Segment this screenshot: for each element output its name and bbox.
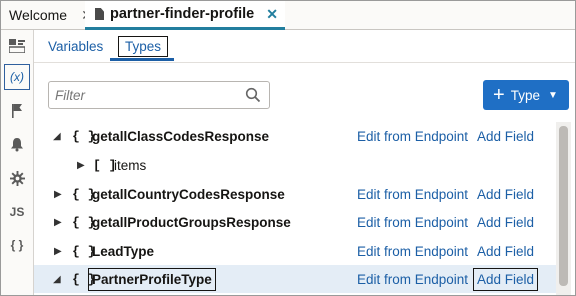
active-tab-indicator — [110, 58, 174, 61]
types-list: ◢ { } getallClassCodesResponse Edit from… — [34, 122, 556, 295]
tab-welcome-label: Welcome — [9, 7, 68, 23]
edit-from-endpoint-link[interactable]: Edit from Endpoint — [357, 187, 468, 202]
plus-icon: + — [493, 84, 505, 106]
javascript-icon[interactable]: JS — [5, 200, 29, 224]
close-icon[interactable]: ✕ — [266, 6, 278, 23]
collapse-arrow-icon[interactable]: ◢ — [53, 131, 61, 142]
bell-icon[interactable] — [5, 132, 29, 156]
type-name: getallCountryCodesResponse — [92, 186, 285, 202]
list-item[interactable]: ▶ { } LeadType Edit from Endpoint Add Fi… — [34, 237, 556, 265]
add-field-link[interactable]: Add Field — [477, 215, 534, 230]
type-name: getallClassCodesResponse — [92, 128, 270, 144]
tab-partner-finder-profile-label: partner-finder-profile — [110, 6, 255, 22]
tab-types[interactable]: Types — [118, 36, 169, 57]
variables-icon[interactable]: (x) — [4, 64, 30, 90]
tab-partner-finder-profile[interactable]: partner-finder-profile ✕ — [85, 1, 285, 30]
list-item-selected[interactable]: ◢ { } PartnerProfileType Edit from Endpo… — [34, 265, 556, 293]
left-sidebar: (x) JS { } — [1, 30, 34, 295]
filter-input[interactable] — [49, 82, 235, 108]
add-type-button-label: Type — [510, 87, 540, 103]
list-item[interactable]: ▶ { } getallCountryCodesResponse Edit fr… — [34, 180, 556, 208]
list-item[interactable]: ▶ [ ] items — [34, 151, 556, 179]
type-name: getallProductGroupsResponse — [92, 214, 291, 230]
add-type-button[interactable]: + Type ▼ — [483, 80, 569, 110]
filter-field[interactable] — [48, 81, 270, 109]
dashboard-icon[interactable] — [5, 34, 29, 58]
app-window: Welcome ✕ partner-finder-profile ✕ (x) J… — [0, 0, 576, 296]
type-name: PartnerProfileType — [88, 267, 216, 291]
edit-from-endpoint-link[interactable]: Edit from Endpoint — [357, 215, 468, 230]
add-field-link[interactable]: Add Field — [473, 267, 539, 291]
expand-arrow-icon[interactable]: ▶ — [54, 217, 62, 228]
edit-from-endpoint-link[interactable]: Edit from Endpoint — [357, 244, 468, 259]
add-field-link[interactable]: Add Field — [477, 129, 534, 144]
file-icon — [95, 8, 104, 20]
expand-arrow-icon[interactable]: ▶ — [54, 189, 62, 200]
add-field-link[interactable]: Add Field — [477, 244, 534, 259]
expand-arrow-icon[interactable]: ▶ — [54, 246, 62, 257]
array-type-icon: [ ] — [93, 157, 117, 173]
tab-bar: Welcome ✕ partner-finder-profile ✕ — [1, 1, 575, 30]
edit-from-endpoint-link[interactable]: Edit from Endpoint — [357, 272, 468, 287]
flag-icon[interactable] — [5, 98, 29, 122]
field-name: items — [114, 157, 147, 173]
caret-down-icon: ▼ — [547, 89, 558, 101]
list-item[interactable]: ◢ { } getallClassCodesResponse Edit from… — [34, 122, 556, 150]
sub-tab-bar: Variables Types — [34, 30, 575, 63]
edit-from-endpoint-link[interactable]: Edit from Endpoint — [357, 129, 468, 144]
tab-variables[interactable]: Variables — [48, 39, 103, 54]
gear-icon[interactable] — [5, 166, 29, 190]
type-name: LeadType — [92, 243, 155, 259]
collapse-arrow-icon[interactable]: ◢ — [53, 274, 61, 285]
expand-arrow-icon[interactable]: ▶ — [77, 160, 85, 171]
add-field-link[interactable]: Add Field — [477, 187, 534, 202]
braces-icon[interactable]: { } — [5, 233, 29, 257]
scrollbar-thumb[interactable] — [559, 126, 568, 286]
vertical-scrollbar[interactable] — [556, 122, 571, 295]
search-icon[interactable] — [245, 87, 261, 103]
list-item[interactable]: ▶ { } getallProductGroupsResponse Edit f… — [34, 208, 556, 236]
tab-welcome[interactable]: Welcome ✕ — [9, 1, 93, 29]
